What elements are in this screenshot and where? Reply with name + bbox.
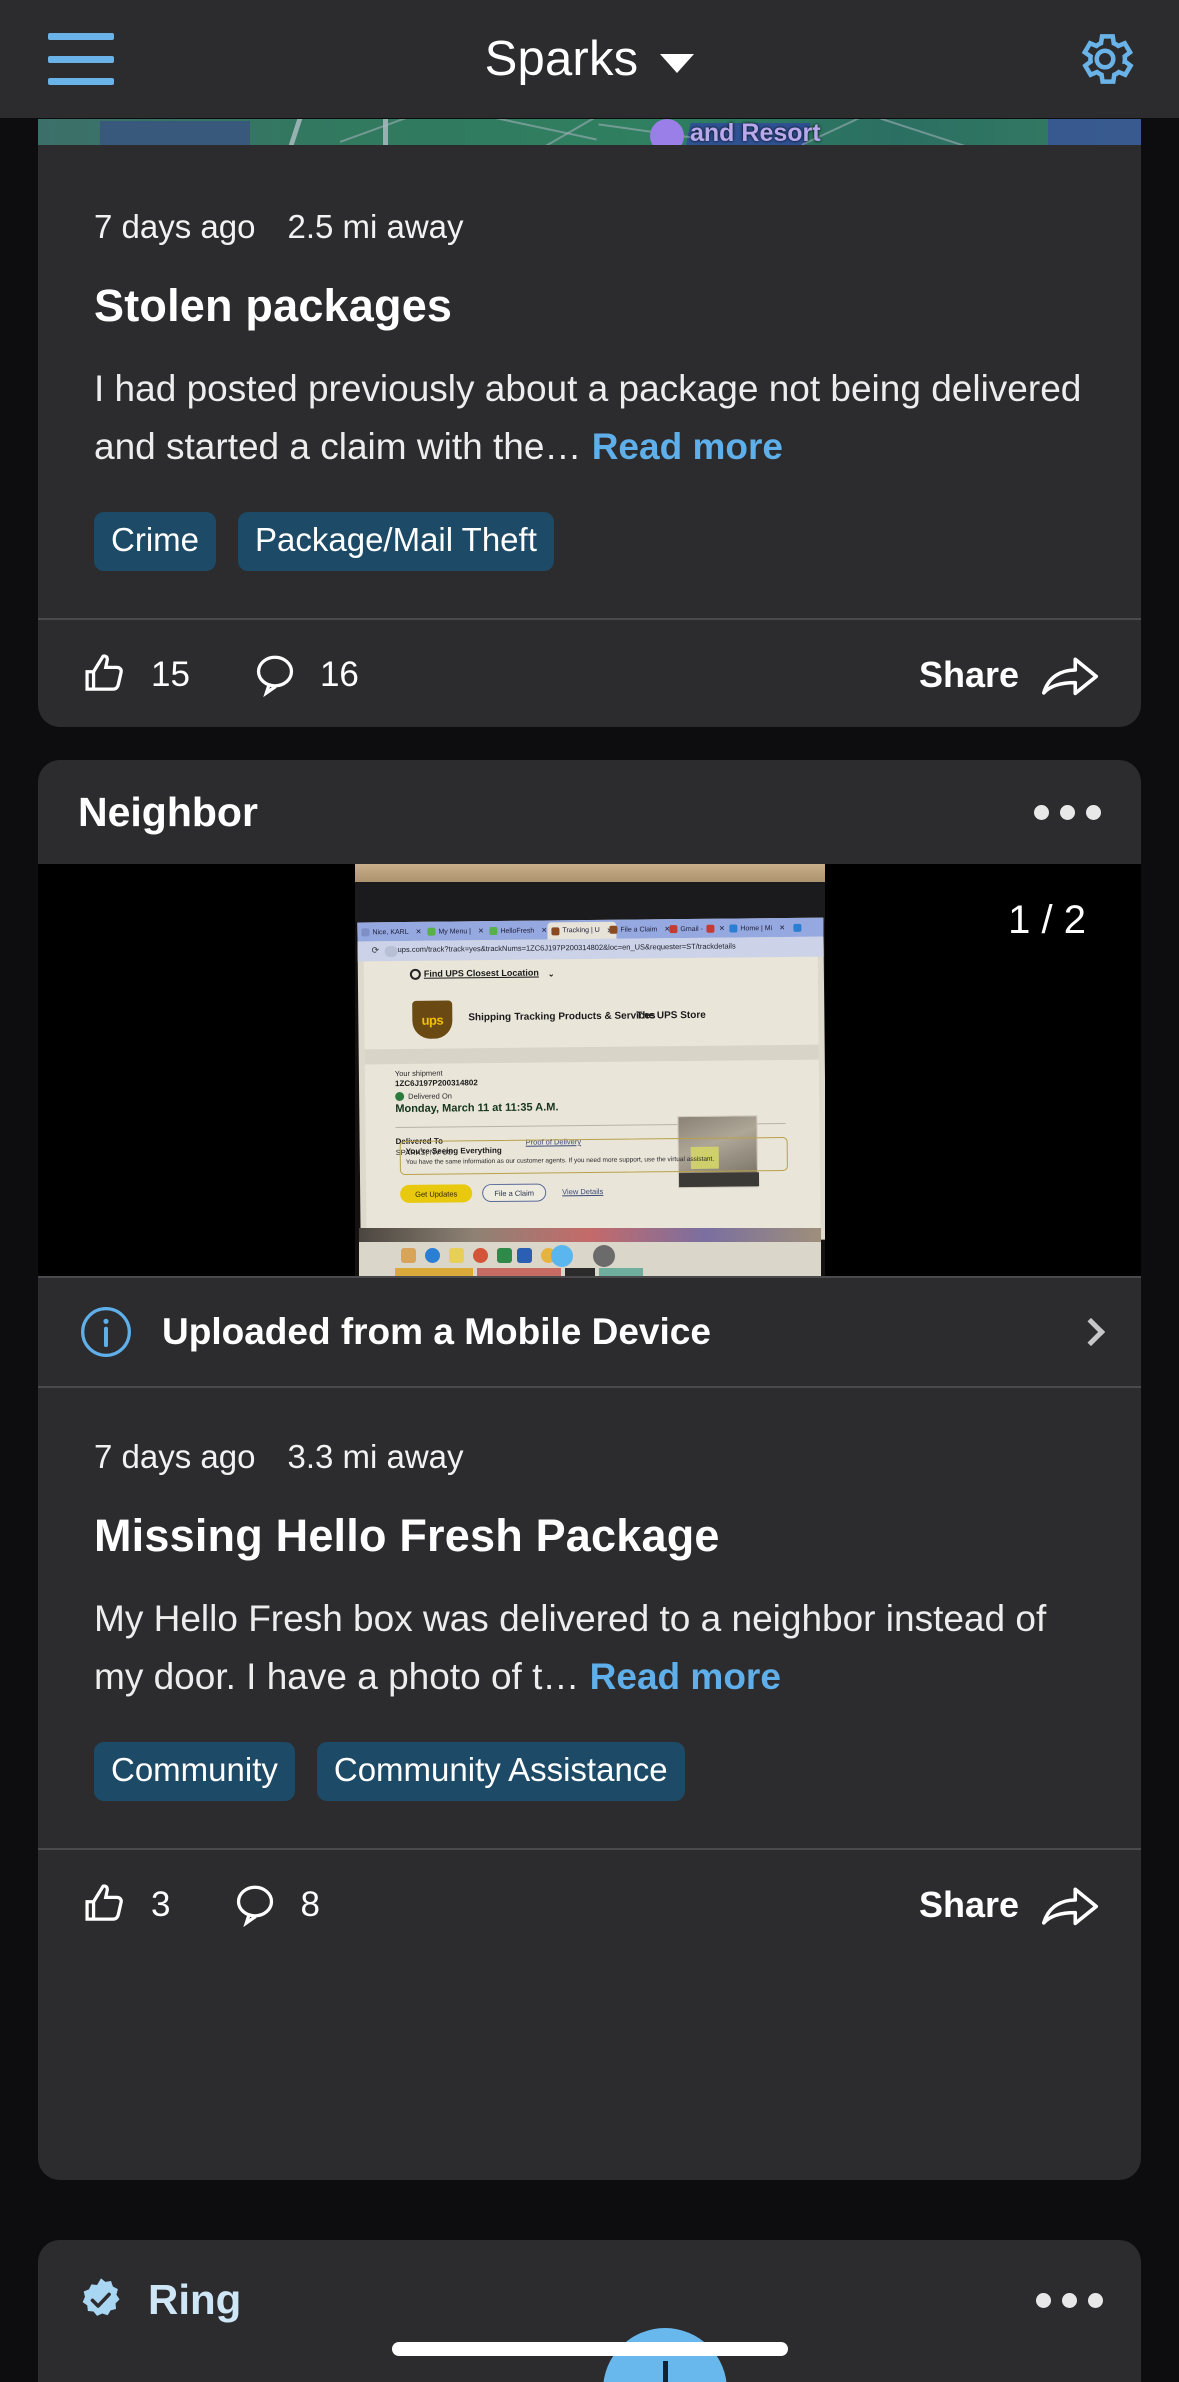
shipment-label: Your shipment bbox=[394, 1068, 443, 1079]
share-arrow-icon bbox=[1041, 657, 1099, 696]
post-body-text: I had posted previously about a package … bbox=[94, 368, 1082, 467]
notice-title: You're Seeing Everything bbox=[405, 1145, 502, 1156]
post-author-name: Ring bbox=[148, 2276, 242, 2323]
verified-badge-icon bbox=[76, 2275, 126, 2325]
top-navigation-bar: Sparks bbox=[0, 0, 1179, 118]
tag-crime[interactable]: Crime bbox=[94, 512, 216, 571]
ups-nav-store: The UPS Store bbox=[636, 1009, 706, 1022]
chevron-right-icon bbox=[1076, 1317, 1106, 1347]
tracking-number: 1ZC6J197P200314802 bbox=[394, 1078, 478, 1089]
neighborhood-feed-screen: Sparks and Resort 7 days ago 2.5 mi away… bbox=[0, 0, 1179, 2382]
like-count: 3 bbox=[151, 1885, 171, 1924]
tag-community-assistance[interactable]: Community Assistance bbox=[316, 1742, 685, 1801]
post-photo-image[interactable]: Nice, KARL ✕ My Menu | ✕ HelloFresh ✕ Track… bbox=[355, 864, 825, 1276]
post-distance: 3.3 mi away bbox=[287, 1438, 464, 1475]
uploaded-from-mobile-banner[interactable]: Uploaded from a Mobile Device bbox=[38, 1278, 1141, 1386]
post-card-stolen-packages[interactable]: 7 days ago 2.5 mi away Stolen packages I… bbox=[38, 119, 1141, 727]
thumbs-up-icon bbox=[85, 1884, 123, 1921]
share-button[interactable]: Share bbox=[919, 649, 1101, 701]
post-meta: 7 days ago 2.5 mi away bbox=[94, 208, 1141, 246]
post-photo-carousel[interactable]: 1 / 2 Nice, KARL ✕ My Menu | ✕ HelloFresh ✕… bbox=[38, 864, 1141, 1276]
location-selector[interactable]: Sparks bbox=[0, 31, 1179, 87]
ups-nav-shipping: Shipping bbox=[468, 1011, 512, 1024]
map-water-area bbox=[1048, 119, 1141, 145]
more-options-icon[interactable] bbox=[1036, 2292, 1103, 2308]
post-time: 7 days ago bbox=[94, 208, 256, 245]
post-action-bar: 15 16 Share bbox=[38, 620, 1141, 727]
share-label: Share bbox=[918, 1884, 1019, 1925]
tag-package-mail-theft[interactable]: Package/Mail Theft bbox=[238, 512, 554, 571]
like-button[interactable]: 3 bbox=[78, 1879, 170, 1931]
post-author-header: Neighbor bbox=[38, 760, 1141, 864]
post-body: My Hello Fresh box was delivered to a ne… bbox=[94, 1590, 1085, 1706]
ups-nav-tracking: Tracking bbox=[514, 1011, 556, 1023]
chevron-down-icon bbox=[660, 53, 695, 73]
get-updates-button: Get Updates bbox=[400, 1184, 473, 1204]
plus-icon bbox=[662, 2361, 668, 2382]
like-count: 15 bbox=[151, 655, 190, 694]
tag-community[interactable]: Community bbox=[94, 1742, 295, 1801]
post-time: 7 days ago bbox=[94, 1438, 256, 1475]
share-label: Share bbox=[918, 654, 1019, 695]
map-water-area bbox=[100, 121, 250, 145]
post-author-name: Neighbor bbox=[78, 788, 258, 835]
share-arrow-icon bbox=[1041, 1887, 1099, 1926]
read-more-link[interactable]: Read more bbox=[592, 426, 783, 467]
comment-button[interactable]: 16 bbox=[248, 649, 359, 701]
post-body-text: My Hello Fresh box was delivered to a ne… bbox=[94, 1598, 1047, 1697]
divider bbox=[38, 1386, 1141, 1388]
map-preview-strip[interactable]: and Resort bbox=[38, 119, 1141, 145]
post-action-bar: 3 8 Share bbox=[38, 1850, 1141, 1960]
find-ups-location-link: Find UPS Closest Location bbox=[423, 967, 539, 979]
post-body: I had posted previously about a package … bbox=[94, 360, 1085, 476]
post-title: Missing Hello Fresh Package bbox=[94, 1510, 720, 1561]
banner-label: Uploaded from a Mobile Device bbox=[162, 1311, 711, 1352]
like-button[interactable]: 15 bbox=[78, 649, 190, 701]
share-button[interactable]: Share bbox=[919, 1879, 1101, 1931]
post-title: Stolen packages bbox=[94, 280, 453, 331]
post-card-missing-hello-fresh[interactable]: Neighbor 1 / 2 Nice, KARL ✕ My Menu | ✕ He… bbox=[38, 760, 1141, 2180]
carousel-page-indicator: 1 / 2 bbox=[1008, 898, 1086, 942]
view-details-link: View Details bbox=[562, 1186, 604, 1197]
post-card-ring[interactable]: Ring bbox=[38, 2240, 1141, 2382]
comment-bubble-icon bbox=[237, 1885, 274, 1928]
post-tags: Community Community Assistance bbox=[94, 1742, 1141, 1801]
gear-icon[interactable] bbox=[1073, 27, 1137, 91]
map-place-label: and Resort bbox=[690, 119, 821, 145]
post-tags: Crime Package/Mail Theft bbox=[94, 512, 1141, 571]
ups-logo: ups bbox=[412, 1000, 453, 1039]
post-meta: 7 days ago 3.3 mi away bbox=[94, 1438, 1141, 1476]
home-indicator[interactable] bbox=[391, 2342, 788, 2356]
delivered-on-date: Monday, March 11 at 11:35 A.M. bbox=[395, 1101, 559, 1116]
comment-bubble-icon bbox=[256, 655, 294, 698]
file-a-claim-button: File a Claim bbox=[482, 1183, 547, 1203]
info-circle-icon bbox=[81, 1307, 131, 1357]
page-title: Sparks bbox=[484, 32, 639, 86]
delivered-on-label: Delivered On bbox=[408, 1091, 452, 1101]
comment-count: 8 bbox=[300, 1885, 320, 1924]
post-distance: 2.5 mi away bbox=[287, 208, 464, 245]
comment-count: 16 bbox=[319, 655, 359, 694]
read-more-link[interactable]: Read more bbox=[590, 1656, 781, 1697]
thumbs-up-icon bbox=[85, 654, 123, 691]
comment-button[interactable]: 8 bbox=[228, 1879, 320, 1931]
more-options-icon[interactable] bbox=[1034, 804, 1101, 820]
